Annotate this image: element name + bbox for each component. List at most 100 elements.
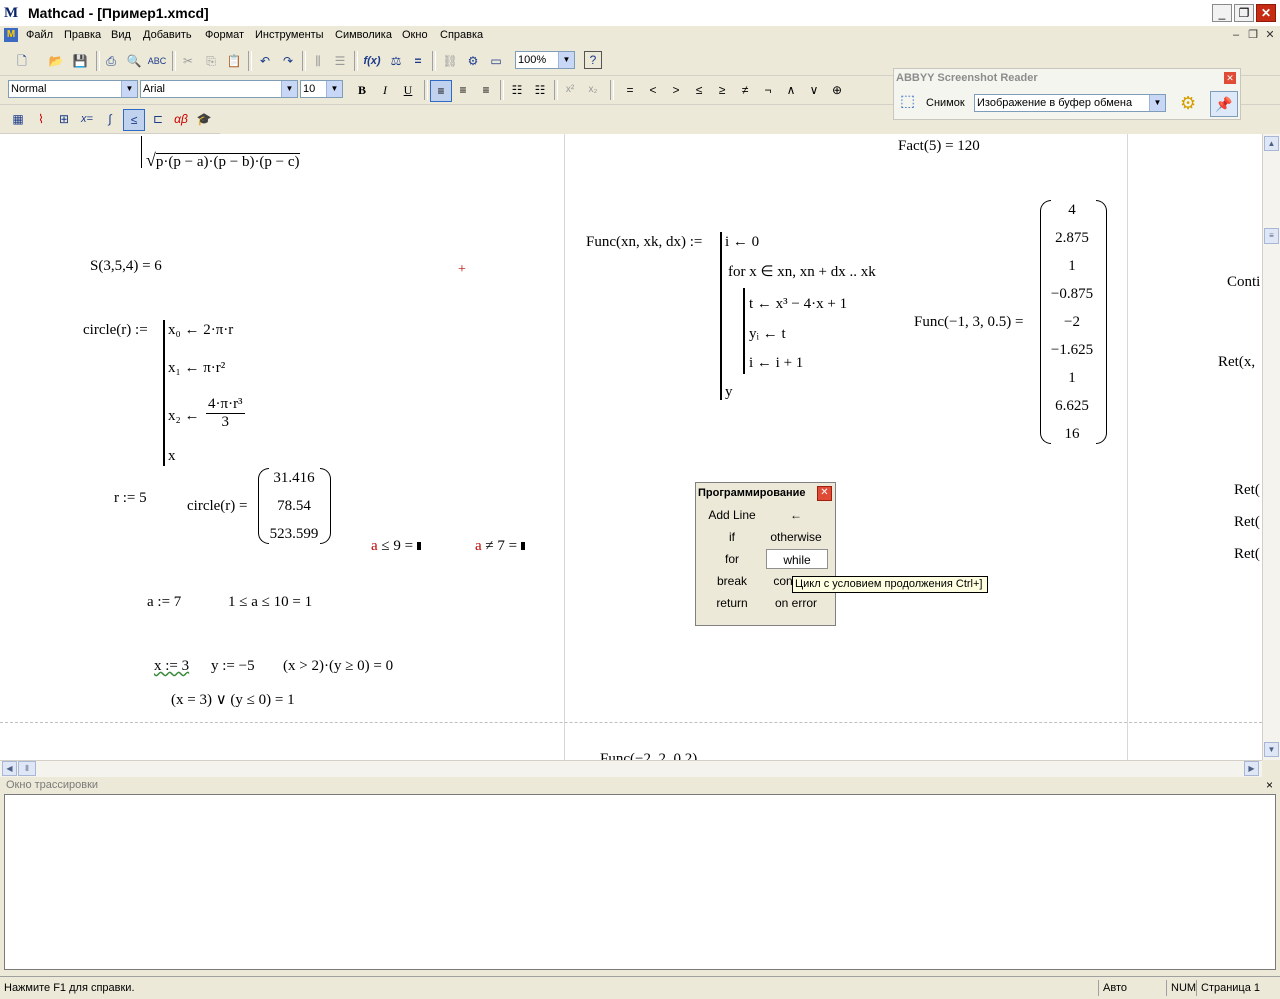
- component-wizard-icon[interactable]: ⚙: [463, 51, 483, 71]
- break-button[interactable]: break: [700, 571, 764, 591]
- worksheet[interactable]: √p·(p − a)·(p − b)·(p − c) S(3,5,4) = 6 …: [0, 134, 1262, 760]
- menu-insert[interactable]: Добавить: [143, 29, 192, 41]
- hscroll-thumb[interactable]: ⦀: [18, 761, 36, 776]
- scroll-thumb[interactable]: ≡: [1264, 228, 1279, 244]
- for-button[interactable]: for: [700, 549, 764, 569]
- close-button[interactable]: ✕: [1256, 4, 1276, 22]
- font-size-select[interactable]: 10 ▼: [300, 80, 343, 98]
- underline-button[interactable]: U: [398, 80, 418, 100]
- menu-view[interactable]: Вид: [111, 29, 131, 41]
- font-select[interactable]: Arial ▼: [140, 80, 298, 98]
- resource-center-icon[interactable]: ▭: [486, 51, 506, 71]
- abbyy-close-icon[interactable]: ✕: [1224, 72, 1236, 84]
- if-button[interactable]: if: [700, 527, 764, 547]
- scroll-left-icon[interactable]: ◀: [2, 761, 17, 776]
- zoom-select[interactable]: 100% ▼: [515, 51, 575, 69]
- numbering-icon[interactable]: ☷: [530, 80, 550, 100]
- undefined-var: a: [371, 538, 378, 554]
- circle-evaluation: circle(r) =: [187, 498, 248, 514]
- redo-icon[interactable]: ↷: [278, 51, 298, 71]
- insert-unit-icon[interactable]: ⚖: [386, 51, 406, 71]
- doc-restore-button[interactable]: ❐: [1245, 28, 1261, 42]
- menu-tools[interactable]: Инструменты: [255, 29, 324, 41]
- align-center-icon[interactable]: ≡: [453, 80, 473, 100]
- op-less[interactable]: <: [643, 80, 663, 100]
- snapshot-icon[interactable]: ⬚: [900, 91, 922, 113]
- op-xor[interactable]: ⊕: [827, 80, 847, 100]
- subscript-icon[interactable]: x₂: [583, 80, 603, 100]
- trace-window[interactable]: [4, 794, 1276, 970]
- while-button[interactable]: while: [766, 549, 828, 569]
- doc-close-button[interactable]: ✕: [1262, 28, 1278, 42]
- abbyy-title: ABBYY Screenshot Reader: [896, 72, 1038, 84]
- programming-icon[interactable]: ⊏: [148, 109, 168, 129]
- minimize-button[interactable]: _: [1212, 4, 1232, 22]
- copy-icon[interactable]: ⎘: [201, 51, 221, 71]
- cut-icon[interactable]: ✂: [178, 51, 198, 71]
- print-preview-icon[interactable]: 🔍: [124, 51, 144, 71]
- paste-icon[interactable]: 📋: [224, 51, 244, 71]
- bullets-icon[interactable]: ☷: [507, 80, 527, 100]
- matrix-icon[interactable]: ⊞: [54, 109, 74, 129]
- doc-icon[interactable]: M: [4, 28, 18, 42]
- save-icon[interactable]: 💾: [70, 51, 90, 71]
- style-select[interactable]: Normal ▼: [8, 80, 138, 98]
- menu-format[interactable]: Формат: [205, 29, 244, 41]
- maximize-button[interactable]: ❐: [1234, 4, 1254, 22]
- spellcheck-icon[interactable]: ABC: [147, 51, 167, 71]
- palette-close-icon[interactable]: ✕: [817, 486, 832, 501]
- scroll-right-icon[interactable]: ▶: [1244, 761, 1259, 776]
- op-or[interactable]: ∨: [804, 80, 824, 100]
- or-expression: (x = 3) ∨ (y ≤ 0) = 1: [171, 692, 295, 708]
- bold-button[interactable]: B: [352, 80, 372, 100]
- vertical-scrollbar[interactable]: ▲ ≡ ▼: [1262, 134, 1280, 760]
- superscript-icon[interactable]: x²: [560, 80, 580, 100]
- doc-minimize-button[interactable]: –: [1228, 28, 1244, 42]
- on-error-button[interactable]: on error: [764, 593, 828, 613]
- align-down-icon[interactable]: ☰: [330, 51, 350, 71]
- op-greater[interactable]: >: [666, 80, 686, 100]
- scroll-down-icon[interactable]: ▼: [1264, 742, 1279, 757]
- snapshot-label[interactable]: Снимок: [926, 97, 965, 109]
- insert-function-icon[interactable]: f(x): [362, 51, 382, 71]
- menu-edit[interactable]: Правка: [64, 29, 101, 41]
- evaluation-icon[interactable]: x=: [77, 109, 97, 129]
- trace-close-icon[interactable]: ×: [1266, 778, 1273, 792]
- undo-icon[interactable]: ↶: [255, 51, 275, 71]
- calculate-icon[interactable]: =: [408, 51, 428, 71]
- align-left-icon[interactable]: ≡: [430, 80, 452, 102]
- op-not-equal[interactable]: ≠: [735, 80, 755, 100]
- help-icon[interactable]: ?: [584, 51, 602, 69]
- graph-icon[interactable]: ⌇: [31, 109, 51, 129]
- align-right-icon[interactable]: ≡: [476, 80, 496, 100]
- open-icon[interactable]: 📂: [46, 51, 66, 71]
- greek-icon[interactable]: αβ: [171, 109, 191, 129]
- italic-button[interactable]: I: [375, 80, 395, 100]
- menu-window[interactable]: Окно: [402, 29, 428, 41]
- local-assign-button[interactable]: ←: [764, 505, 828, 525]
- print-icon[interactable]: ⎙: [101, 51, 121, 71]
- op-and[interactable]: ∧: [781, 80, 801, 100]
- add-line-button[interactable]: Add Line: [700, 505, 764, 525]
- menu-file[interactable]: Файл: [26, 29, 53, 41]
- abbyy-mode-select[interactable]: Изображение в буфер обмена ▼: [974, 94, 1166, 112]
- menu-symbolics[interactable]: Символика: [335, 29, 392, 41]
- op-not[interactable]: ¬: [758, 80, 778, 100]
- horizontal-scrollbar[interactable]: ◀ ⦀ ▶: [0, 760, 1262, 777]
- otherwise-button[interactable]: otherwise: [764, 527, 828, 547]
- new-icon[interactable]: 🗋: [12, 51, 32, 71]
- op-less-equal[interactable]: ≤: [689, 80, 709, 100]
- pin-icon[interactable]: 📌: [1210, 91, 1238, 117]
- align-across-icon[interactable]: ⫼: [308, 51, 328, 71]
- symbolic-icon[interactable]: 🎓: [194, 109, 214, 129]
- calculator-icon[interactable]: ▦: [8, 109, 28, 129]
- op-equal[interactable]: =: [620, 80, 640, 100]
- return-button[interactable]: return: [700, 593, 764, 613]
- calculus-icon[interactable]: ∫: [100, 109, 120, 129]
- boolean-icon[interactable]: ≤: [123, 109, 145, 131]
- settings-gear-icon[interactable]: ⚙: [1180, 93, 1196, 114]
- menu-help[interactable]: Справка: [440, 29, 483, 41]
- scroll-up-icon[interactable]: ▲: [1264, 136, 1279, 151]
- op-greater-equal[interactable]: ≥: [712, 80, 732, 100]
- insert-hyperlink-icon[interactable]: ⛓: [440, 51, 460, 71]
